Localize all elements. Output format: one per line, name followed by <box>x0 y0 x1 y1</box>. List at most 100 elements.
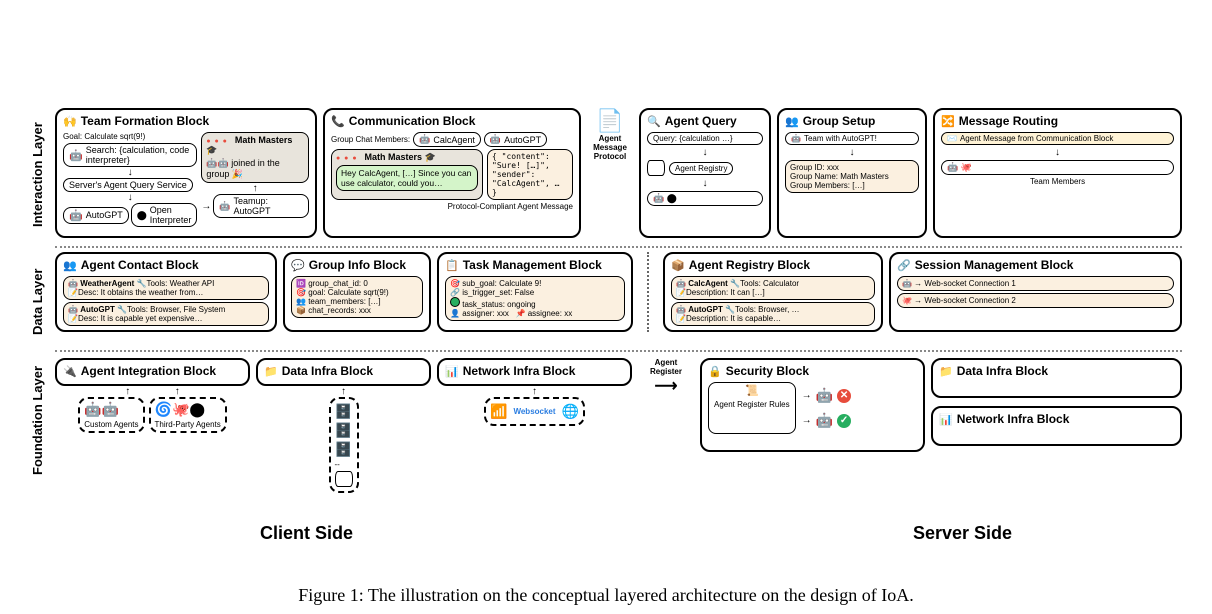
server-icon: 🗄️ <box>335 403 353 420</box>
layer-label-data: Data Layer <box>30 257 45 347</box>
package-icon: 📦 <box>671 259 685 272</box>
protocol-footer: Protocol-Compliant Agent Message <box>331 202 573 211</box>
server-side-label: Server Side <box>913 523 1012 544</box>
agent-contact-block: 👥Agent Contact Block 🤖 WeatherAgent 🔧Too… <box>55 252 277 332</box>
query-tag: Query: {calculation …} <box>647 132 763 145</box>
contact-row-2: 🤖 AutoGPT 🔧Tools: Browser, File System 📝… <box>63 302 269 326</box>
hsep-1 <box>55 246 1182 248</box>
agent-integration-title: 🔌Agent Integration Block <box>63 364 242 378</box>
agent-integration-block: 🔌Agent Integration Block <box>55 358 250 386</box>
arrow-down-icon: ↓ <box>63 167 197 178</box>
security-title: 🔒Security Block <box>708 364 917 378</box>
message-routing-block: 🔀Message Routing ✉️ Agent Message from C… <box>933 108 1182 238</box>
agent-query-block: 🔍Agent Query Query: {calculation …} ↓ Ag… <box>639 108 771 238</box>
group-setup-title: 👥Group Setup <box>785 114 919 128</box>
accept-icon: ✓ <box>837 414 851 428</box>
agent-query-title: 🔍Agent Query <box>647 114 763 128</box>
octopus-icon: 🐙 <box>172 401 189 417</box>
clipboard-icon: 📋 <box>445 259 459 272</box>
teamup-tag: 🤖 Teamup: AutoGPT <box>213 194 309 218</box>
openai-icon: 🌀 <box>155 401 172 417</box>
globe-icon: 🌐 <box>562 403 579 420</box>
reject-icon: ✕ <box>837 389 851 403</box>
route-icon: 🔀 <box>941 115 955 128</box>
network-infra-block-client: 📊Network Infra Block <box>437 358 632 386</box>
registry-row-2: 🤖 AutoGPT 🔧Tools: Browser, … 📝Descriptio… <box>671 302 875 326</box>
chart-icon: 📊 <box>939 413 953 426</box>
team-request-tag: 🤖 Team with AutoGPT! <box>785 132 919 145</box>
task-card: 🎯 sub_goal: Calculate 9! 🔗 is_trigger_se… <box>445 276 625 321</box>
team-members-label: Team Members <box>941 177 1174 186</box>
document-icon: 📄 <box>587 108 633 134</box>
third-party-box: 🌀🐙⬤ Third-Party Agents <box>149 397 227 433</box>
network-infra-title-server: 📊Network Infra Block <box>939 412 1174 426</box>
robot-icon: 🤖 <box>84 401 101 417</box>
robot-icon: 🤖 <box>816 412 833 429</box>
group-info-card: Group ID: xxx Group Name: Math Masters G… <box>785 160 919 193</box>
circle-icon: ⬤ <box>189 401 205 417</box>
registry-row-1: 🤖 CalcAgent 🔧Tools: Calculator 📝Descript… <box>671 276 875 300</box>
search-icon: 🔍 <box>647 115 661 128</box>
member-calcagent: 🤖CalcAgent <box>413 132 481 147</box>
wifi-icon: 📶 <box>490 403 507 420</box>
layer-label-interaction: Interaction Layer <box>30 110 45 240</box>
link-icon: 🔗 <box>897 259 911 272</box>
database-icon <box>647 160 665 176</box>
conn-1: 🤖 → Web-socket Connection 1 <box>897 276 1174 291</box>
communication-block: 📞 Communication Block Group Chat Members… <box>323 108 581 238</box>
session-mgmt-block: 🔗Session Management Block 🤖 → Web-socket… <box>889 252 1182 332</box>
chat-window: Math Masters 🎓 🤖🤖 joined in the group 🎉 <box>201 132 309 183</box>
registry-tag: Agent Registry <box>669 162 733 175</box>
group-info-title: 💬Group Info Block <box>291 258 423 272</box>
team-members-tag: 🤖 🐙 <box>941 160 1174 175</box>
incoming-msg-tag: ✉️ Agent Message from Communication Bloc… <box>941 132 1174 145</box>
agent-registry-title: 📦Agent Registry Block <box>671 258 875 272</box>
group-info-card-2: 🆔 group_chat_id: 0 🎯 goal: Calculate sqr… <box>291 276 423 318</box>
server-query-tag: Server's Agent Query Service <box>63 178 193 192</box>
hsep-2 <box>55 350 1182 352</box>
circle-icon: ⬤ <box>137 210 147 221</box>
window-dots-icon <box>206 135 232 145</box>
members-label: Group Chat Members: <box>331 135 410 144</box>
conn-2: 🐙 → Web-socket Connection 2 <box>897 293 1174 308</box>
agent-oi-tag: ⬤Open Interpreter <box>131 203 198 227</box>
custom-agents-box: 🤖🤖 Custom Agents <box>78 397 144 433</box>
chart-icon: 📊 <box>445 365 459 378</box>
contact-row-1: 🤖 WeatherAgent 🔧Tools: Weather API 📝Desc… <box>63 276 269 300</box>
robot-icon: 🤖 <box>69 209 83 222</box>
search-tag: 🤖 Search: {calculation, code interpreter… <box>63 143 197 167</box>
client-side-label: Client Side <box>260 523 353 544</box>
folder-icon: 📁 <box>939 365 953 378</box>
data-infra-block-server: 📁Data Infra Block <box>931 358 1182 398</box>
data-infra-title-server: 📁Data Infra Block <box>939 364 1174 378</box>
status-dot-icon <box>450 297 460 307</box>
agent-registry-block: 📦Agent Registry Block 🤖 CalcAgent 🔧Tools… <box>663 252 883 332</box>
team-formation-title: 🙌 Team Formation Block <box>63 114 309 128</box>
security-block: 🔒Security Block 📜 Agent Register Rules →… <box>700 358 925 452</box>
database-icon <box>335 471 353 487</box>
network-infra-title-client: 📊Network Infra Block <box>445 364 624 378</box>
phone-icon: 📞 <box>331 115 345 128</box>
team-formation-block: 🙌 Team Formation Block Goal: Calculate s… <box>55 108 317 238</box>
chat-icon: 💬 <box>291 259 305 272</box>
layer-label-foundation: Foundation Layer <box>30 360 45 480</box>
websocket-label: Websocket <box>513 407 555 416</box>
robot-icon: 🤖 <box>69 149 83 162</box>
arrow-down-icon: ↓ <box>63 192 197 203</box>
communication-title: 📞 Communication Block <box>331 114 573 128</box>
users-icon: 👥 <box>63 259 77 272</box>
servers-box: 🗄️ 🗄️ 🗄️ -- <box>329 397 359 493</box>
message-routing-title: 🔀Message Routing <box>941 114 1174 128</box>
scroll-icon: 📜 <box>745 384 759 397</box>
agent-contact-title: 👥Agent Contact Block <box>63 258 269 272</box>
result-agents-tag: 🤖 ⬤ <box>647 191 763 206</box>
network-box: 📶 Websocket 🌐 <box>484 397 585 426</box>
figure-caption: Figure 1: The illustration on the concep… <box>0 585 1212 606</box>
task-mgmt-block: 📋Task Management Block 🎯 sub_goal: Calcu… <box>437 252 633 332</box>
chat-window-2: Math Masters 🎓 Hey CalcAgent, […] Since … <box>331 149 483 200</box>
arrow-up-icon: ↑ <box>201 183 309 194</box>
network-infra-block-server: 📊Network Infra Block <box>931 406 1182 446</box>
server-icon: 🗄️ <box>335 422 353 439</box>
protocol-column: 📄 Agent Message Protocol <box>587 108 633 238</box>
folder-icon: 📁 <box>264 365 278 378</box>
